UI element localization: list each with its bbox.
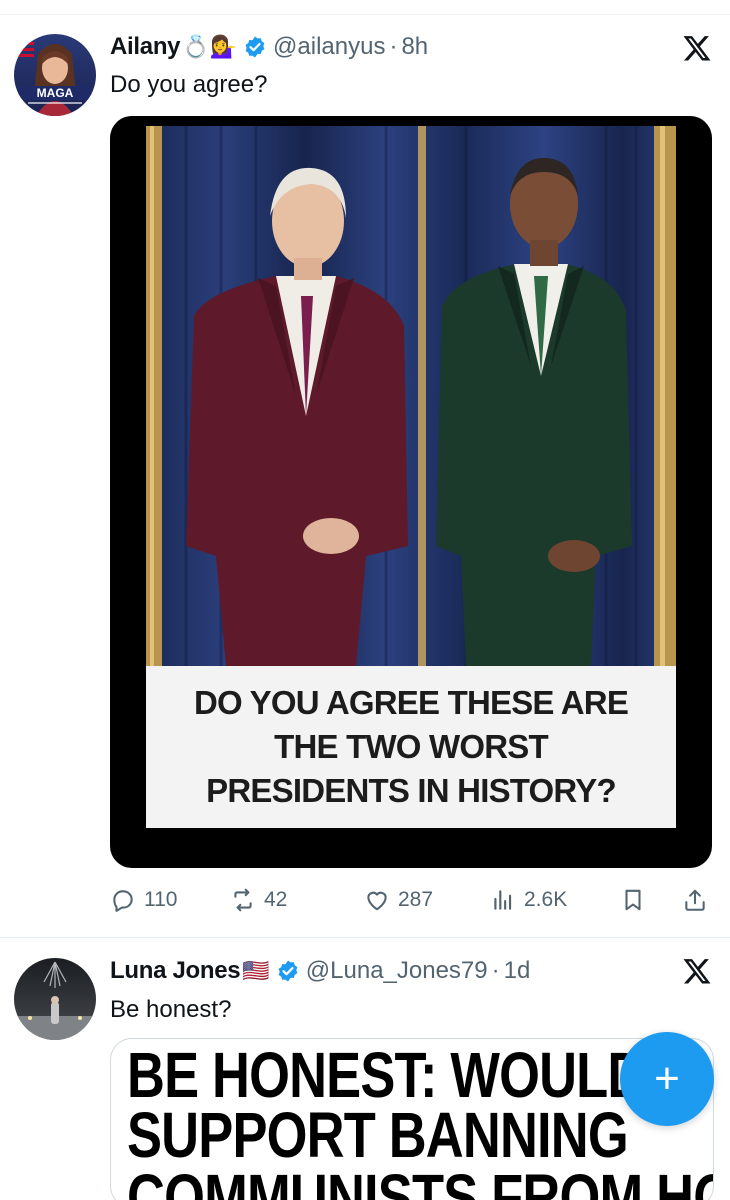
like-count: 287 [398,888,434,911]
views-icon [494,890,512,910]
views-button[interactable]: 2.6K [490,882,567,918]
verified-badge-icon [245,36,265,58]
x-logo-icon[interactable] [682,956,712,986]
tweet-text: Be honest? [110,996,232,1023]
compose-button[interactable]: + [620,1032,714,1126]
image-caption: DO YOU AGREE THESE ARE THE TWO WORST PRE… [146,666,676,828]
share-icon [685,889,705,911]
caption-line: THE TWO WORST [274,728,549,765]
avatar[interactable] [14,958,96,1040]
caption-line: PRESIDENTS IN HISTORY? [206,772,616,809]
user-handle[interactable]: @Luna_Jones79 [306,957,488,985]
plus-icon: + [654,1054,680,1103]
tweet-header: Luna Jones 🇺🇸 @Luna_Jones79 · 1d [110,954,530,988]
separator-dot: · [491,957,500,984]
caption-line: DO YOU AGREE THESE ARE [193,684,629,721]
image-text-line: COMMUNISTS FROM HOLDING [127,1161,713,1200]
verified-badge-icon [278,960,298,982]
views-count: 2.6K [524,888,568,911]
repost-button[interactable]: 42 [230,882,287,918]
avatar-badge-text: MAGA [37,86,74,100]
name-emojis: 🇺🇸 [242,958,270,983]
separator-dot: · [389,33,398,60]
tweet-text: Do you agree? [110,71,268,98]
timestamp[interactable]: 8h [401,33,428,61]
name-emojis: 💍💁‍♀️ [182,34,238,59]
repost-count: 42 [264,888,288,911]
tweet-media-image[interactable]: DO YOU AGREE THESE ARE THE TWO WORST PRE… [110,116,712,868]
display-name[interactable]: Ailany [110,33,181,61]
bookmark-icon [625,889,641,911]
timestamp[interactable]: 1d [504,957,531,985]
image-text-line: SUPPORT BANNING [127,1099,629,1171]
x-logo-icon[interactable] [682,33,712,63]
user-handle[interactable]: @ailanyus [273,33,385,61]
repost-icon [234,888,252,912]
tweet-header: Ailany 💍💁‍♀️ @ailanyus · 8h [110,29,428,65]
reply-icon [113,890,133,912]
like-button[interactable]: 287 [364,882,433,918]
share-button[interactable] [682,882,716,918]
photo [146,126,676,666]
tweet-card[interactable]: MAGA Ailany 💍💁‍♀️ @ailanyus · 8h Do you … [0,15,730,937]
reply-button[interactable]: 110 [110,882,177,918]
display-name[interactable]: Luna Jones [110,957,241,985]
avatar[interactable]: MAGA [14,34,96,116]
action-bar: 110 42 287 2.6K [110,882,720,918]
bookmark-button[interactable] [620,882,654,918]
like-icon [367,891,387,911]
reply-count: 110 [144,888,178,911]
image-text-line: BE HONEST: WOULD Y [127,1039,692,1111]
